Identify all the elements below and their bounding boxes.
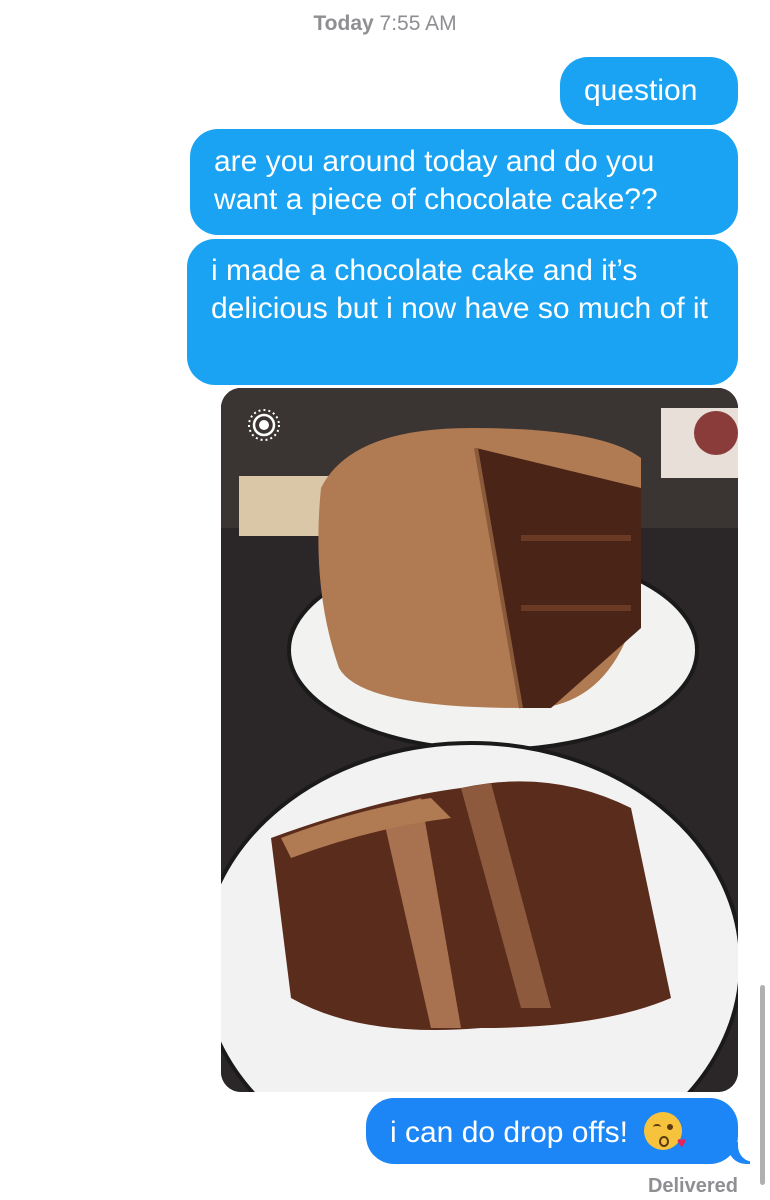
message-bubble-cake-offer[interactable]: are you around today and do you want a p… [190,129,738,235]
message-text: are you around today and do you want a p… [214,145,658,216]
live-photo-icon[interactable] [247,408,281,442]
timestamp-time: 7:55 AM [379,12,457,35]
message-text: i made a chocolate cake and it’s delicio… [211,254,708,325]
message-text: i can do drop offs! [390,1116,628,1149]
message-bubble-drop-offs[interactable]: i can do drop offs! ♥ [366,1098,738,1164]
cake-photo-image [221,388,738,1092]
message-bubble-question[interactable]: question [560,57,738,125]
message-bubble-made-cake[interactable]: i made a chocolate cake and it’s delicio… [187,239,738,385]
timestamp-day: Today [313,12,374,35]
kissing-face-icon: ♥ [644,1112,686,1152]
delivery-status: Delivered [647,1175,738,1197]
message-text: question [584,74,698,107]
cake-photo-attachment[interactable] [221,388,738,1092]
message-timestamp: Today 7:55 AM [0,12,770,36]
scrollbar[interactable] [760,985,765,1185]
